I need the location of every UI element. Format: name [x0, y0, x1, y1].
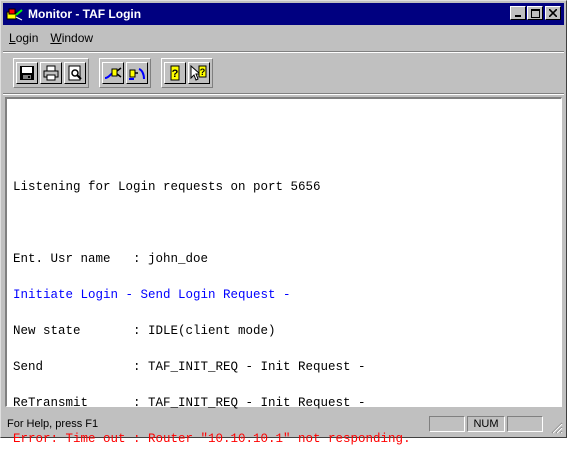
title-bar[interactable]: Monitor - TAF Login	[3, 3, 564, 25]
menu-separator	[3, 51, 564, 53]
print-button[interactable]	[40, 62, 62, 84]
help-icon: ?	[170, 65, 180, 81]
minimize-button[interactable]	[510, 6, 526, 20]
window-controls	[509, 6, 561, 20]
disconnect-icon	[129, 68, 145, 80]
connect-icon	[104, 67, 122, 79]
help-button[interactable]: ?	[164, 62, 186, 84]
app-icon[interactable]	[6, 6, 24, 22]
close-icon	[549, 9, 557, 17]
connect-button[interactable]	[102, 62, 124, 84]
toolbar: ? ?	[3, 55, 564, 91]
svg-text:?: ?	[172, 68, 179, 80]
window-title: Monitor - TAF Login	[28, 7, 142, 21]
resize-grip-icon[interactable]	[549, 420, 563, 434]
print-icon	[43, 65, 59, 81]
menu-login[interactable]: Login	[3, 31, 44, 45]
menu-login-rest: ogin	[15, 31, 39, 45]
log-line: Listening for Login requests on port 565…	[13, 180, 321, 194]
status-help-text: For Help, press F1	[7, 418, 99, 430]
toolbar-group-connection	[99, 58, 151, 88]
save-icon	[20, 66, 34, 80]
toolbar-group-file	[13, 58, 89, 88]
log-line: New state : IDLE(client mode)	[13, 324, 276, 338]
close-button[interactable]	[545, 6, 561, 20]
context-help-icon: ?	[190, 65, 207, 81]
num-lock-indicator: NUM	[473, 418, 499, 430]
menu-login-accel: L	[9, 31, 16, 45]
print-preview-icon	[68, 65, 82, 81]
menu-bar: Login Window	[3, 27, 564, 49]
log-line: Ent. Usr name : john_doe	[13, 252, 209, 266]
toolbar-group-help: ? ?	[161, 58, 213, 88]
toolbar-separator	[3, 93, 564, 95]
status-bar: For Help, press F1 NUM	[3, 413, 564, 435]
minimize-icon	[515, 15, 521, 17]
status-panel-num: NUM	[467, 416, 505, 432]
status-panel-caps	[429, 416, 465, 432]
log-line-info: Initiate Login - Send Login Request -	[13, 288, 291, 302]
maximize-button[interactable]	[527, 6, 543, 20]
menu-window[interactable]: Window	[44, 31, 99, 45]
disconnect-button[interactable]	[126, 62, 148, 84]
menu-window-rest: indow	[61, 31, 94, 45]
context-help-button[interactable]: ?	[188, 62, 210, 84]
svg-text:?: ?	[200, 67, 206, 77]
log-line: ReTransmit : TAF_INIT_REQ - Init Request…	[13, 396, 366, 410]
print-preview-button[interactable]	[64, 62, 86, 84]
log-line: Send : TAF_INIT_REQ - Init Request -	[13, 360, 366, 374]
main-window: Monitor - TAF Login Login Window ? ? Lis…	[0, 0, 567, 445]
status-panel-scroll	[507, 416, 543, 432]
save-button[interactable]	[16, 62, 38, 84]
log-view[interactable]: Listening for Login requests on port 565…	[5, 97, 562, 445]
maximize-icon	[530, 8, 540, 18]
menu-window-accel: W	[50, 31, 62, 45]
